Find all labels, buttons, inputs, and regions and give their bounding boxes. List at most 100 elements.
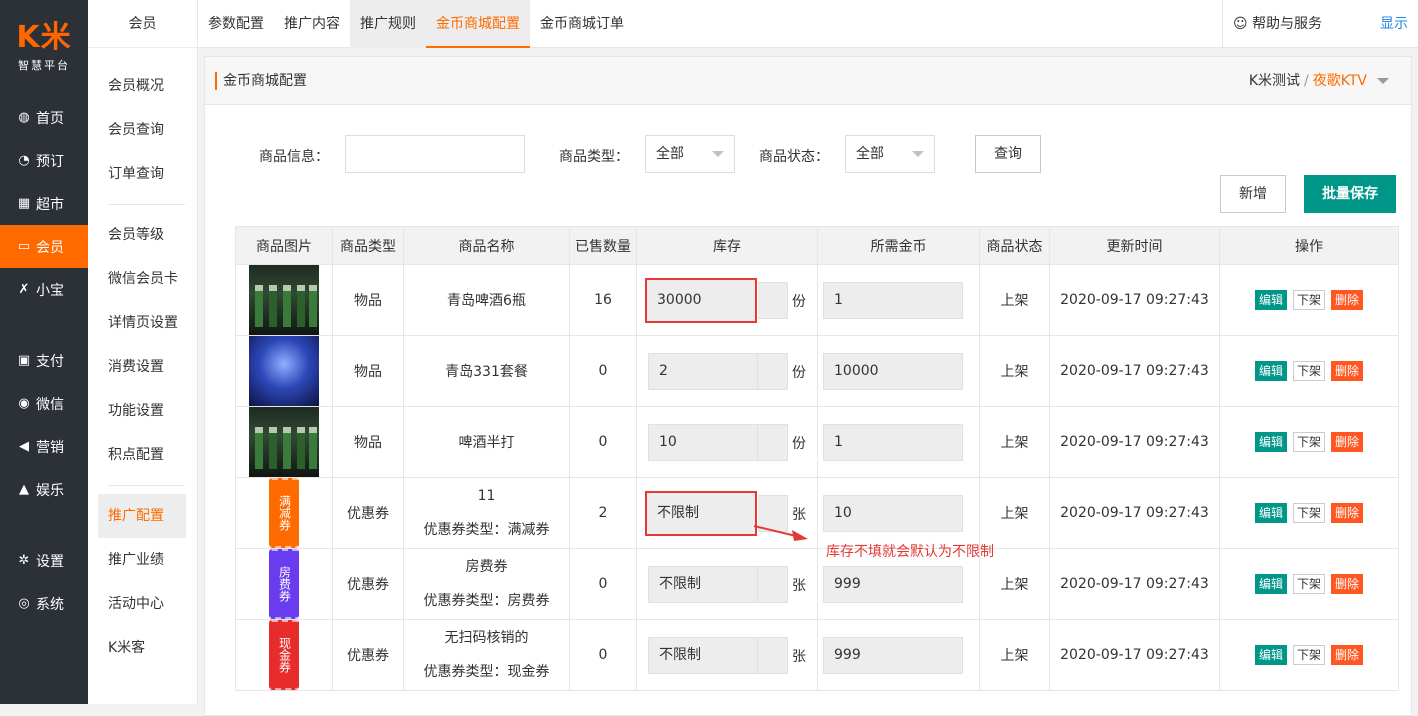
submenu-item-2[interactable]: 订单查询 [88, 152, 197, 196]
edit-button[interactable]: 编辑 [1254, 290, 1287, 310]
product-status-label: 商品状态： [759, 149, 829, 165]
submenu-item-12[interactable]: K米客 [88, 626, 197, 670]
delete-button[interactable]: 删除 [1331, 361, 1364, 381]
rail-item-1[interactable]: ◔ 预订 [0, 139, 88, 182]
rail-item-0[interactable]: ◍ 首页 [0, 96, 88, 139]
submenu-item-7[interactable]: 功能设置 [88, 389, 197, 433]
edit-button[interactable]: 编辑 [1254, 432, 1287, 452]
product-status-value: 全部 [856, 146, 884, 162]
submenu-item-5[interactable]: 详情页设置 [88, 301, 197, 345]
rail-item-6[interactable]: ◉ 微信 [0, 382, 88, 425]
rail-item-label: 设置 [36, 553, 64, 570]
coupon-type: 优惠券类型：现金券 [423, 664, 550, 680]
submenu-item-8[interactable]: 积点配置 [88, 433, 197, 477]
member-submenu: 会员 会员概况 会员查询 订单查询 会员等级 微信会员卡 详情页设置 消费设置 功能设置 积点配… [88, 0, 198, 704]
tab-param-config[interactable]: 参数配置 [198, 0, 274, 48]
image-cell: 房费券 [235, 548, 333, 620]
take-down-button[interactable]: 下架 [1292, 574, 1325, 594]
edit-button[interactable]: 编辑 [1254, 361, 1287, 381]
submenu-item-1[interactable]: 会员查询 [88, 108, 197, 152]
submenu-item-4[interactable]: 微信会员卡 [88, 257, 197, 301]
column-header: 更新时间 [1049, 226, 1220, 265]
rail-item-9[interactable]: ✲ 设置 [0, 539, 88, 582]
column-header: 商品名称 [403, 226, 570, 265]
submenu-item-6[interactable]: 消费设置 [88, 345, 197, 389]
ops-cell: 编辑 下架 删除 [1219, 477, 1399, 549]
take-down-button[interactable]: 下架 [1292, 361, 1325, 381]
edit-button[interactable]: 编辑 [1254, 574, 1287, 594]
submenu-item-11[interactable]: 活动中心 [88, 582, 197, 626]
time-cell: 2020-09-17 09:27:43 [1049, 335, 1220, 407]
coupon-image: 满减券 [269, 478, 299, 548]
name-cell: 无扫码核销的优惠券类型：现金券 [403, 619, 570, 691]
delete-button[interactable]: 删除 [1331, 574, 1364, 594]
submenu-item-3[interactable]: 会员等级 [88, 213, 197, 257]
coupon-type: 优惠券类型：房费券 [423, 593, 550, 609]
coins-input[interactable]: 10 [823, 495, 963, 532]
coins-input[interactable]: 1 [823, 424, 963, 461]
stock-input[interactable]: 不限制 [648, 566, 758, 603]
name-cell: 青岛331套餐 [403, 335, 570, 407]
rail-item-10[interactable]: ◎ 系统 [0, 582, 88, 625]
product-image [249, 336, 319, 406]
edit-button[interactable]: 编辑 [1254, 645, 1287, 665]
store-selector[interactable]: K米测试 / 夜歌KTV [1249, 72, 1389, 90]
panel-header: 金币商城配置 K米测试 / 夜歌KTV [205, 57, 1411, 105]
help-service-link[interactable]: ☺ 帮助与服务 [1222, 0, 1378, 48]
tab-coin-mall-config[interactable]: 金币商城配置 [426, 0, 530, 48]
delete-button[interactable]: 删除 [1331, 432, 1364, 452]
coins-input[interactable]: 999 [823, 637, 963, 674]
take-down-button[interactable]: 下架 [1292, 645, 1325, 665]
time-cell: 2020-09-17 09:27:43 [1049, 548, 1220, 620]
table-row: 现金券 优惠券 无扫码核销的 优惠券类型：现金券 0 不限制张 999 上架 2020-09-1… [235, 619, 1399, 691]
name-cell: 青岛啤酒6瓶 [403, 264, 570, 336]
rail-item-3[interactable]: ▭ 会员 [0, 225, 88, 268]
product-name: 无扫码核销的 [444, 630, 529, 646]
sold-cell: 0 [569, 619, 637, 691]
stock-input[interactable]: 30000 [645, 278, 757, 323]
stock-cell: 30000 份 [636, 264, 818, 336]
stock-input[interactable]: 不限制 [648, 637, 758, 674]
type-cell: 物品 [332, 406, 404, 478]
submenu-item-0[interactable]: 会员概况 [88, 64, 197, 108]
add-button[interactable]: 新增 [1220, 175, 1286, 213]
delete-button[interactable]: 删除 [1331, 503, 1364, 523]
column-header: 商品状态 [979, 226, 1050, 265]
batch-save-button[interactable]: 批量保存 [1304, 175, 1396, 213]
edit-button[interactable]: 编辑 [1254, 503, 1287, 523]
coin-mall-panel: 金币商城配置 K米测试 / 夜歌KTV 商品信息： 商品类型： 全部 商品状态： 全… [204, 56, 1412, 716]
delete-button[interactable]: 删除 [1331, 290, 1364, 310]
submenu-item-9[interactable]: 推广配置 [98, 494, 186, 538]
stock-input[interactable]: 2 [648, 353, 758, 390]
menu-divider [108, 204, 185, 205]
rail-item-5[interactable]: ▣ 支付 [0, 339, 88, 382]
dashboard-icon: ◍ [18, 110, 30, 125]
stock-input[interactable]: 10 [648, 424, 758, 461]
product-status-select[interactable]: 全部 [845, 135, 935, 173]
stock-input[interactable]: 不限制 [645, 491, 757, 536]
time-cell: 2020-09-17 09:27:43 [1049, 264, 1220, 336]
logo-mark: K米 [16, 20, 72, 55]
show-link[interactable]: 显示 [1380, 0, 1408, 48]
coupon-type: 优惠券类型：满减券 [423, 522, 550, 538]
tab-coin-mall-orders[interactable]: 金币商城订单 [530, 0, 634, 48]
menu-divider [108, 485, 185, 486]
rail-item-8[interactable]: ▲ 娱乐 [0, 468, 88, 511]
coins-input[interactable]: 1 [823, 282, 963, 319]
delete-button[interactable]: 删除 [1331, 645, 1364, 665]
take-down-button[interactable]: 下架 [1292, 432, 1325, 452]
product-type-select[interactable]: 全部 [645, 135, 735, 173]
coins-input[interactable]: 999 [823, 566, 963, 603]
rail-item-7[interactable]: ◀ 营销 [0, 425, 88, 468]
tab-promo-rules[interactable]: 推广规则 [350, 0, 426, 48]
coins-input[interactable]: 10000 [823, 353, 963, 390]
query-button[interactable]: 查询 [975, 135, 1041, 173]
submenu-item-10[interactable]: 推广业绩 [88, 538, 197, 582]
tab-promo-content[interactable]: 推广内容 [274, 0, 350, 48]
take-down-button[interactable]: 下架 [1292, 290, 1325, 310]
product-info-input[interactable] [345, 135, 525, 173]
take-down-button[interactable]: 下架 [1292, 503, 1325, 523]
rail-item-4[interactable]: ✗ 小宝 [0, 268, 88, 311]
sold-cell: 16 [569, 264, 637, 336]
rail-item-2[interactable]: ▦ 超市 [0, 182, 88, 225]
